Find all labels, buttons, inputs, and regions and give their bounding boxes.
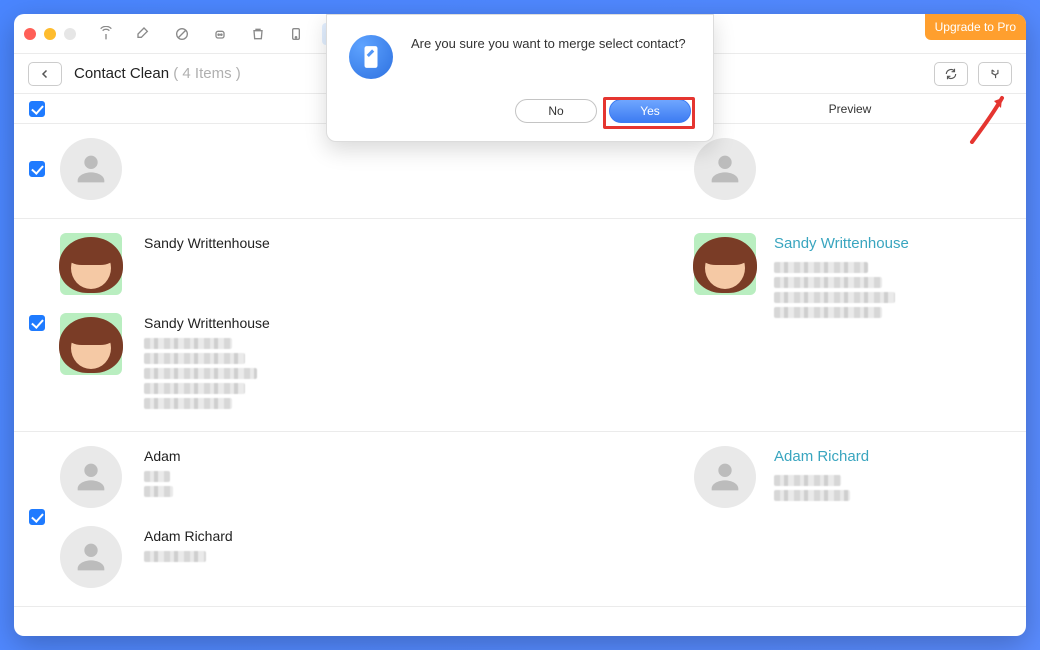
avatar <box>694 446 756 508</box>
select-all-checkbox[interactable] <box>29 101 45 117</box>
contact-info: Adam Richard <box>144 526 233 566</box>
contact-row[interactable] <box>60 138 674 200</box>
refresh-button[interactable] <box>934 62 968 86</box>
contact-group: Adam Adam Richard Adam Richard <box>14 432 1026 607</box>
tablet-icon[interactable] <box>284 23 308 45</box>
robot-icon[interactable] <box>208 23 232 45</box>
avatar <box>694 138 756 200</box>
redacted-line <box>774 490 850 501</box>
dialog-message: Are you sure you want to merge select co… <box>411 35 686 54</box>
avatar <box>60 526 122 588</box>
contact-name: Sandy Writtenhouse <box>144 233 270 254</box>
redacted-line <box>144 551 206 562</box>
contact-name: Sandy Writtenhouse <box>144 313 270 334</box>
contact-info: Sandy Writtenhouse <box>144 233 270 258</box>
redacted-line <box>774 277 882 288</box>
redacted-line <box>144 368 257 379</box>
contact-row[interactable]: Sandy Writtenhouse <box>60 313 674 413</box>
window-controls <box>24 28 76 40</box>
contact-groups: Sandy Writtenhouse Sandy Writtenhouse Sand… <box>14 124 1026 636</box>
avatar <box>60 313 122 375</box>
contact-row[interactable]: Adam <box>60 446 674 508</box>
group-checkbox[interactable] <box>29 509 45 525</box>
redacted-line <box>144 383 245 394</box>
contact-name <box>144 138 148 159</box>
brush-icon[interactable] <box>132 23 156 45</box>
yes-button[interactable]: Yes <box>609 99 691 123</box>
app-window: Upgrade to Pro Contact Clean ( 4 Items )… <box>14 14 1026 636</box>
redacted-line <box>774 307 882 318</box>
contact-row[interactable]: Adam Richard <box>60 526 674 588</box>
group-checkbox[interactable] <box>29 315 45 331</box>
merged-info: Adam Richard <box>774 446 869 505</box>
page-title: Contact Clean ( 4 Items ) <box>74 65 241 82</box>
contact-info: Sandy Writtenhouse <box>144 313 270 413</box>
confirm-merge-dialog: Are you sure you want to merge select co… <box>326 14 714 142</box>
redacted-line <box>144 471 170 482</box>
antenna-icon[interactable] <box>94 23 118 45</box>
redacted-line <box>774 292 895 303</box>
upgrade-button[interactable]: Upgrade to Pro <box>925 14 1026 40</box>
redacted-line <box>144 398 232 409</box>
contact-name: Adam <box>144 446 181 467</box>
merged-info: Sandy Writtenhouse <box>774 233 909 322</box>
category-toolbar <box>94 23 346 45</box>
column-preview-label: Preview <box>674 102 1026 116</box>
merged-name: Adam Richard <box>774 446 869 469</box>
contact-info: Adam <box>144 446 181 501</box>
redacted-line <box>144 353 245 364</box>
contact-info <box>144 138 148 163</box>
no-button[interactable]: No <box>515 99 597 123</box>
merged-name: Sandy Writtenhouse <box>774 233 909 256</box>
contact-row[interactable]: Sandy Writtenhouse <box>60 233 674 295</box>
group-checkbox[interactable] <box>29 161 45 177</box>
redacted-line <box>144 486 173 497</box>
avatar <box>694 233 756 295</box>
redacted-line <box>774 262 868 273</box>
maximize-window-icon[interactable] <box>64 28 76 40</box>
phone-clean-icon <box>349 35 393 79</box>
circle-slash-icon[interactable] <box>170 23 194 45</box>
item-count: ( 4 Items ) <box>173 65 241 82</box>
trash-icon[interactable] <box>246 23 270 45</box>
close-window-icon[interactable] <box>24 28 36 40</box>
avatar <box>60 446 122 508</box>
page-title-text: Contact Clean <box>74 65 169 82</box>
redacted-line <box>774 475 841 486</box>
avatar <box>60 138 122 200</box>
avatar <box>60 233 122 295</box>
contact-group: Sandy Writtenhouse Sandy Writtenhouse Sand… <box>14 219 1026 432</box>
back-button[interactable] <box>28 62 62 86</box>
contact-name: Adam Richard <box>144 526 233 547</box>
redacted-line <box>144 338 232 349</box>
merge-button[interactable] <box>978 62 1012 86</box>
minimize-window-icon[interactable] <box>44 28 56 40</box>
